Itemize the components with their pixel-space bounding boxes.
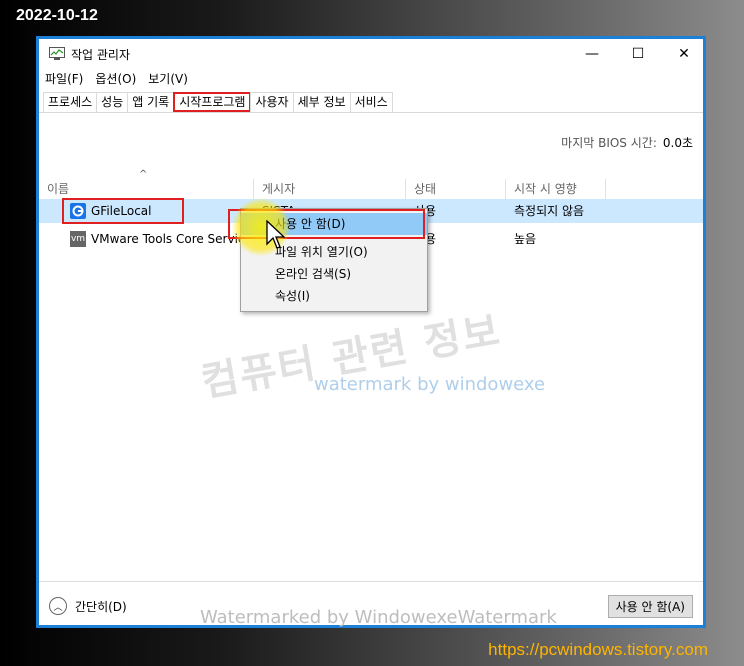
menu-bar: 파일(F) 옵션(O) 보기(V) bbox=[39, 69, 194, 89]
row-impact: 측정되지 않음 bbox=[514, 204, 585, 218]
tab-performance[interactable]: 성능 bbox=[96, 92, 129, 112]
menu-view[interactable]: 보기(V) bbox=[142, 69, 194, 89]
watermark-english: watermark by windowexe bbox=[314, 374, 546, 395]
context-properties[interactable]: 속성(I) bbox=[241, 285, 427, 307]
close-button[interactable]: ✕ bbox=[661, 39, 707, 69]
mouse-cursor-icon bbox=[266, 220, 286, 249]
tab-app-history[interactable]: 앱 기록 bbox=[127, 92, 175, 112]
disable-button[interactable]: 사용 안 함(A) bbox=[607, 595, 693, 618]
bios-label: 마지막 BIOS 시간: bbox=[561, 136, 657, 150]
tab-startup[interactable]: 시작프로그램 bbox=[173, 92, 252, 112]
context-search-online[interactable]: 온라인 검색(S) bbox=[241, 263, 427, 285]
menu-options[interactable]: 옵션(O) bbox=[89, 69, 142, 89]
site-url: https://pcwindows.tistory.com bbox=[488, 640, 708, 659]
tab-users[interactable]: 사용자 bbox=[250, 92, 294, 112]
date-label: 2022-10-12 bbox=[16, 7, 98, 24]
row-impact: 높음 bbox=[514, 232, 537, 246]
vmware-icon: vm bbox=[70, 231, 86, 247]
tab-strip: 프로세스 성능 앱 기록 시작프로그램 사용자 세부 정보 서비스 bbox=[43, 92, 393, 112]
task-manager-window: 작업 관리자 — ☐ ✕ 파일(F) 옵션(O) 보기(V) 프로세스 성능 앱… bbox=[36, 36, 706, 628]
window-title: 작업 관리자 bbox=[71, 48, 131, 62]
column-name[interactable]: 이름 bbox=[39, 179, 254, 199]
tab-processes[interactable]: 프로세스 bbox=[43, 92, 98, 112]
column-startup-impact[interactable]: 시작 시 영향 bbox=[506, 179, 606, 199]
menu-file[interactable]: 파일(F) bbox=[39, 69, 89, 89]
footer-divider bbox=[39, 581, 703, 582]
tabs-divider bbox=[39, 112, 703, 113]
fewer-details-label: 간단히(D) bbox=[75, 599, 127, 614]
bios-value: 0.0초 bbox=[662, 136, 693, 150]
column-publisher[interactable]: 게시자 bbox=[254, 179, 406, 199]
chevron-up-icon: ︿ bbox=[49, 597, 67, 615]
watermark-bottom: Watermarked by WindowexeWatermark bbox=[200, 607, 557, 628]
highlight-box-gfile bbox=[62, 198, 184, 224]
tab-services[interactable]: 서비스 bbox=[349, 92, 393, 112]
fewer-details-toggle[interactable]: ︿ 간단히(D) bbox=[49, 597, 127, 615]
column-status[interactable]: 상태 bbox=[406, 179, 506, 199]
tab-details[interactable]: 세부 정보 bbox=[292, 92, 351, 112]
bios-time: 마지막 BIOS 시간: 0.0초 bbox=[561, 134, 693, 151]
task-manager-icon bbox=[49, 47, 65, 60]
title-bar[interactable]: 작업 관리자 — ☐ ✕ bbox=[39, 39, 703, 69]
maximize-button[interactable]: ☐ bbox=[615, 39, 661, 69]
minimize-button[interactable]: — bbox=[569, 39, 615, 69]
column-header: 이름 게시자 상태 시작 시 영향 bbox=[39, 179, 703, 199]
